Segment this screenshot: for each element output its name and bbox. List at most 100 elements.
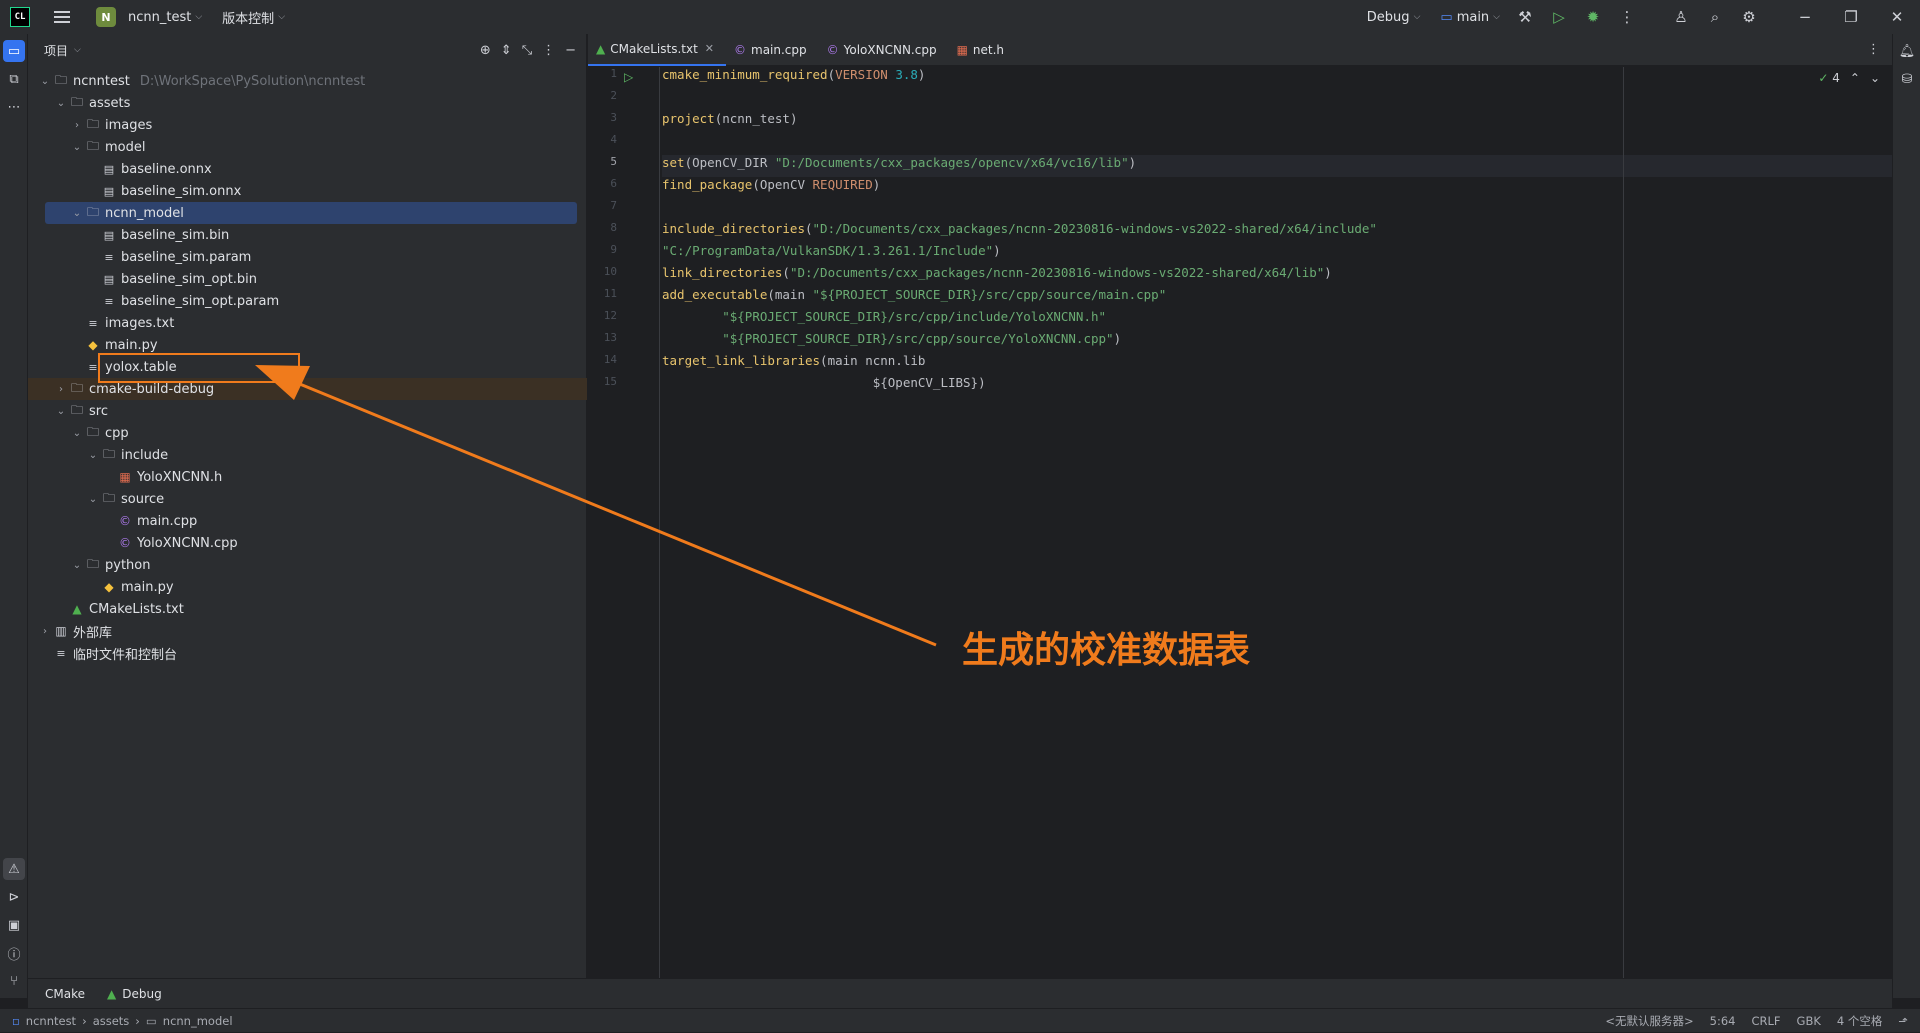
notifications-icon[interactable]: 🔔︎ <box>1896 40 1918 62</box>
debug-tab[interactable]: ▲ Debug <box>107 987 162 1001</box>
project-badge[interactable]: N <box>96 7 116 27</box>
chevron-down-icon[interactable]: ⌄ <box>70 142 84 153</box>
code-line[interactable]: find_package(OpenCV REQUIRED) <box>662 177 1892 199</box>
tree-item[interactable]: ≡ baseline_sim_opt.param <box>28 290 587 312</box>
collapse-all-icon[interactable]: ⤡ <box>522 43 532 58</box>
services-tool-icon[interactable]: ⊳ <box>3 886 25 908</box>
locate-icon[interactable]: ⊕ <box>480 43 491 58</box>
more-icon[interactable]: ⋮ <box>1610 0 1644 34</box>
editor-tab[interactable]: © YoloXNCNN.cpp <box>819 34 949 66</box>
tree-item[interactable]: ▦ YoloXNCNN.h <box>28 466 587 488</box>
hide-panel-icon[interactable]: − <box>565 43 576 58</box>
tree-item[interactable]: © YoloXNCNN.cpp <box>28 532 587 554</box>
tabs-menu-icon[interactable]: ⋮ <box>1867 42 1880 57</box>
tree-item[interactable]: ⌄ 🗀 src <box>28 400 587 422</box>
code-line[interactable]: set(OpenCV_DIR "D:/Documents/cxx_package… <box>662 155 1892 177</box>
code-line[interactable]: include_directories("D:/Documents/cxx_pa… <box>662 221 1892 243</box>
cmake-tool-icon[interactable]: ⚠ <box>3 858 25 880</box>
code-line[interactable] <box>662 89 1892 111</box>
tree-item[interactable]: ≡ images.txt <box>28 312 587 334</box>
chevron-down-icon[interactable]: ⌄ <box>38 76 52 87</box>
chevron-down-icon[interactable]: ⌄ <box>70 428 84 439</box>
main-menu-icon[interactable] <box>54 6 76 28</box>
line-separator[interactable]: CRLF <box>1752 1014 1781 1028</box>
code-line[interactable]: "C:/ProgramData/VulkanSDK/1.3.261.1/Incl… <box>662 243 1892 265</box>
code-line[interactable]: target_link_libraries(main ncnn.lib <box>662 353 1892 375</box>
tree-item[interactable]: ⌄ 🗀 model <box>28 136 587 158</box>
tree-item[interactable]: ▤ baseline_sim_opt.bin <box>28 268 587 290</box>
chevron-down-icon[interactable]: ⌵ <box>74 45 81 55</box>
chevron-right-icon[interactable]: › <box>70 120 84 131</box>
minimize-icon[interactable]: − <box>1782 0 1828 34</box>
tree-item[interactable]: ⌄ 🗀 source <box>28 488 587 510</box>
git-icon[interactable]: ⑂ <box>3 970 25 992</box>
tree-item[interactable]: ⌄ 🗀 ncnntest D:\WorkSpace\PySolution\ncnnte… <box>28 70 587 92</box>
project-tool-icon[interactable]: ▭ <box>3 40 25 62</box>
lock-icon[interactable]: ⬏ <box>1898 1014 1908 1028</box>
tree-item[interactable]: ⌄ 🗀 assets <box>28 92 587 114</box>
more-tools-icon[interactable]: ⋯ <box>3 96 25 118</box>
chevron-down-icon[interactable]: ⌄ <box>54 98 68 109</box>
chevron-right-icon[interactable]: › <box>38 626 52 637</box>
code-editor[interactable]: ▷ 1 2 3 4 5 6 7 8 9 10 11 12 13 14 15 cmake_minimum_re… <box>588 67 1892 978</box>
tree-item[interactable]: ≡ baseline_sim.param <box>28 246 587 268</box>
breadcrumb-item[interactable]: ncnntest <box>26 1014 76 1028</box>
code-line[interactable]: add_executable(main "${PROJECT_SOURCE_DI… <box>662 287 1892 309</box>
tree-item[interactable]: ▤ baseline.onnx <box>28 158 587 180</box>
breadcrumb-item[interactable]: assets <box>93 1014 130 1028</box>
chevron-down-icon[interactable]: ⌄ <box>70 560 84 571</box>
tree-item[interactable]: › 🗀 images <box>28 114 587 136</box>
database-icon[interactable]: ⛁ <box>1896 68 1918 90</box>
chevron-down-icon[interactable]: ⌄ <box>70 208 84 219</box>
target-selector[interactable]: ▭ main ⌵ <box>1440 10 1500 25</box>
code-line[interactable]: "${PROJECT_SOURCE_DIR}/src/cpp/include/Y… <box>662 309 1892 331</box>
code-line[interactable] <box>662 199 1892 221</box>
tree-item[interactable]: ⌄ 🗀 cpp <box>28 422 587 444</box>
restore-icon[interactable]: ❐ <box>1828 0 1874 34</box>
code-line[interactable]: project(ncnn_test) <box>662 111 1892 133</box>
cmake-tab[interactable]: CMake <box>45 987 85 1001</box>
code-line[interactable]: ${OpenCV_LIBS}) <box>662 375 1892 397</box>
run-gutter-icon[interactable]: ▷ <box>624 70 633 84</box>
code-line[interactable]: "${PROJECT_SOURCE_DIR}/src/cpp/source/Yo… <box>662 331 1892 353</box>
debug-icon[interactable]: ✹ <box>1576 0 1610 34</box>
editor-tab[interactable]: © main.cpp <box>726 34 819 66</box>
chevron-down-icon[interactable]: ⌄ <box>1870 71 1880 85</box>
settings-icon[interactable]: ⚙ <box>1732 0 1766 34</box>
tree-item[interactable]: ⌄ 🗀 python <box>28 554 587 576</box>
project-switcher[interactable]: ncnn_test ⌵ <box>128 10 202 25</box>
code-line[interactable]: link_directories("D:/Documents/cxx_packa… <box>662 265 1892 287</box>
chevron-down-icon[interactable]: ⌄ <box>54 406 68 417</box>
code-line[interactable] <box>662 133 1892 155</box>
run-config-selector[interactable]: Debug ⌵ <box>1367 10 1421 25</box>
server-status[interactable]: <无默认服务器> <box>1605 1013 1693 1029</box>
build-icon[interactable]: ⚒ <box>1508 0 1542 34</box>
tree-item[interactable]: © main.cpp <box>28 510 587 532</box>
file-encoding[interactable]: GBK <box>1797 1014 1821 1028</box>
terminal-icon[interactable]: ▣ <box>3 914 25 936</box>
vcs-menu[interactable]: 版本控制 ⌵ <box>222 8 285 27</box>
run-icon[interactable]: ▷ <box>1542 0 1576 34</box>
tree-item[interactable]: ⌄ 🗀 include <box>28 444 587 466</box>
problems-icon[interactable]: ⓘ <box>3 942 25 964</box>
tree-item[interactable]: ◆ main.py <box>28 576 587 598</box>
breadcrumb-item[interactable]: ncnn_model <box>163 1014 233 1028</box>
chevron-down-icon[interactable]: ⌄ <box>86 450 100 461</box>
expand-all-icon[interactable]: ⇕ <box>501 43 512 58</box>
close-icon[interactable]: ✕ <box>1874 0 1920 34</box>
tree-item[interactable]: ⌄ 🗀 ncnn_model <box>45 202 577 224</box>
search-icon[interactable]: ⌕ <box>1698 0 1732 34</box>
editor-tab[interactable]: ▦ net.h <box>949 34 1016 66</box>
code-area[interactable]: cmake_minimum_required(VERSION 3.8) proje… <box>662 67 1892 397</box>
structure-tool-icon[interactable]: ⧉ <box>3 68 25 90</box>
indent-setting[interactable]: 4 个空格 <box>1837 1013 1882 1029</box>
caret-position[interactable]: 5:64 <box>1710 1014 1736 1028</box>
close-tab-icon[interactable]: ✕ <box>705 42 714 55</box>
tree-item[interactable]: › ▥ 外部库 <box>28 620 587 642</box>
add-user-icon[interactable]: ♙ <box>1664 0 1698 34</box>
options-icon[interactable]: ⋮ <box>542 43 555 58</box>
chevron-right-icon[interactable]: › <box>54 384 68 395</box>
tree-item[interactable]: ▤ baseline_sim.bin <box>28 224 587 246</box>
chevron-down-icon[interactable]: ⌄ <box>86 494 100 505</box>
editor-tab[interactable]: ▲ CMakeLists.txt ✕ <box>588 34 726 66</box>
